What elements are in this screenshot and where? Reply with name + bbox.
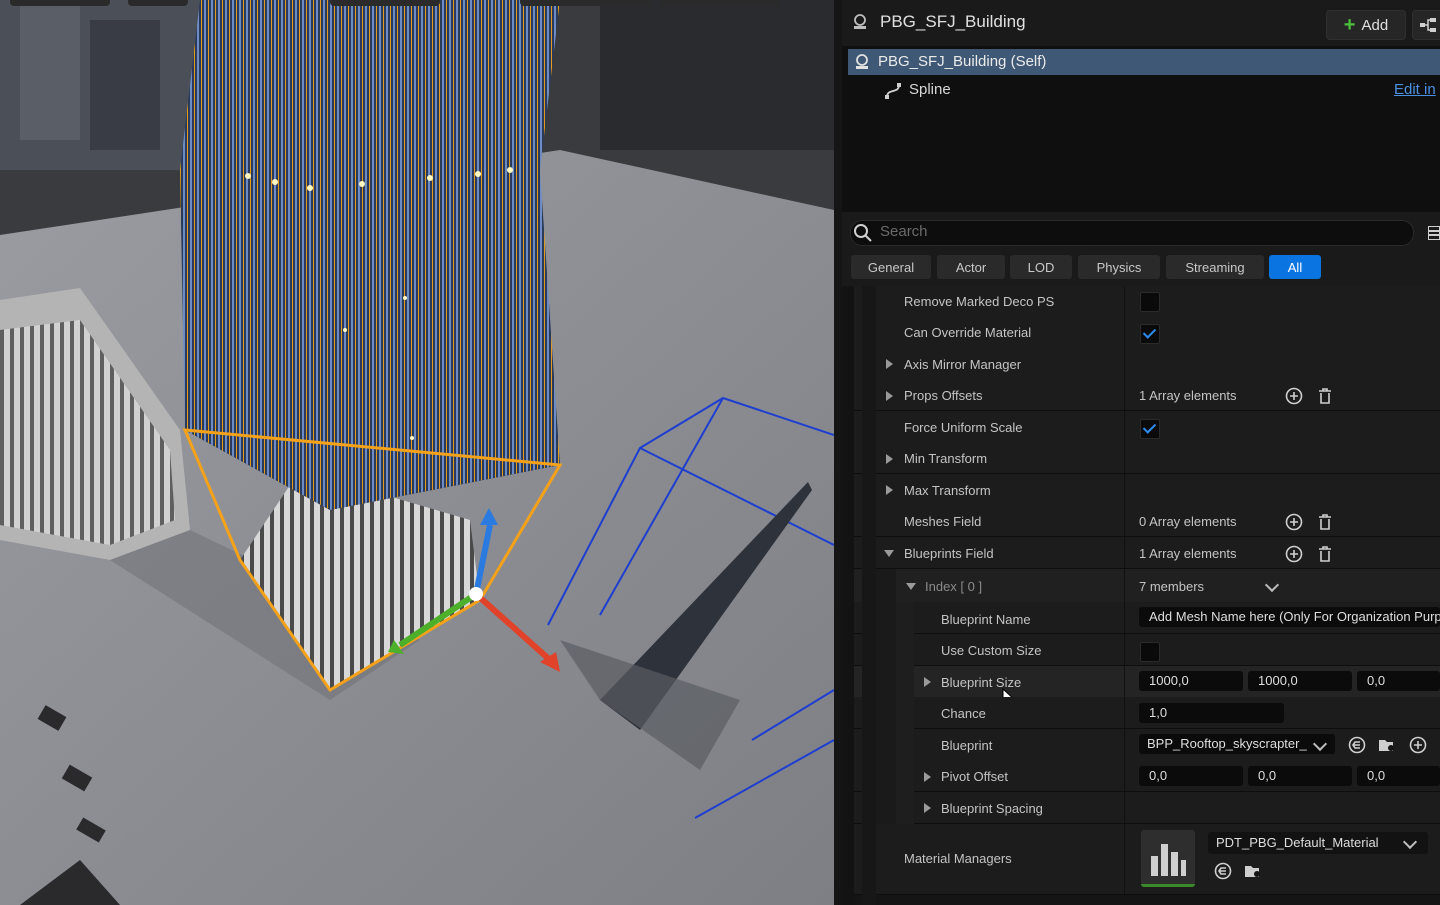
use-selected-icon[interactable] [1348, 736, 1366, 754]
add-element-icon[interactable] [1285, 545, 1303, 563]
trash-icon[interactable] [1316, 387, 1334, 405]
pivot-offset-y-field[interactable]: 0,0 [1248, 766, 1352, 786]
viewport-toolbar-button[interactable] [660, 0, 780, 6]
expand-arrow-icon[interactable] [886, 454, 893, 464]
pivot-offset-z-field[interactable]: 0,0 [1357, 766, 1440, 786]
actor-title: PBG_SFJ_Building [880, 12, 1026, 31]
add-component-button[interactable]: + Add [1326, 10, 1406, 40]
viewport-toolbar-button[interactable] [330, 0, 440, 6]
material-thumbnail[interactable] [1141, 830, 1195, 887]
property-label: Force Uniform Scale [904, 420, 1023, 435]
property-label: Chance [941, 706, 986, 721]
array-count: 0 Array elements [1139, 514, 1237, 529]
search-icon [854, 224, 872, 242]
indent-gutter [876, 569, 896, 824]
actor-icon [854, 14, 866, 29]
viewport-toolbar-button[interactable] [10, 0, 110, 6]
expand-arrow-icon[interactable] [924, 677, 931, 687]
property-label: Blueprint [941, 738, 993, 753]
force-uniform-scale-checkbox[interactable] [1140, 419, 1160, 439]
plus-icon: + [1343, 14, 1356, 36]
blueprint-options-button[interactable] [1412, 10, 1440, 40]
expand-arrow-icon[interactable] [924, 803, 931, 813]
tree-item-self-label: PBG_SFJ_Building (Self) [878, 53, 1047, 70]
property-label: Props Offsets [904, 388, 983, 403]
property-label: Blueprint Name [941, 612, 1031, 627]
tab-physics[interactable]: Physics [1078, 255, 1160, 279]
property-label: Meshes Field [904, 514, 982, 529]
tab-streaming[interactable]: Streaming [1166, 255, 1264, 279]
indent-gutter [896, 602, 914, 824]
property-label: Axis Mirror Manager [904, 357, 1022, 372]
blueprint-size-x-field[interactable]: 1000,0 [1139, 671, 1243, 691]
trash-icon[interactable] [1316, 513, 1334, 531]
property-label: Material Managers [904, 851, 1012, 866]
property-row [842, 792, 1440, 824]
expand-arrow-icon[interactable] [924, 772, 931, 782]
tab-actor[interactable]: Actor [937, 255, 1005, 279]
collapse-arrow-icon[interactable] [906, 583, 916, 590]
remove-marked-deco-checkbox[interactable] [1140, 292, 1160, 312]
edit-in-blueprint-link[interactable]: Edit in [1394, 81, 1436, 98]
viewport-scene [0, 0, 834, 905]
hierarchy-icon [1420, 18, 1436, 32]
material-asset-picker[interactable]: PDT_PBG_Default_Material [1208, 832, 1428, 854]
indent-gutter [842, 286, 854, 905]
use-custom-size-checkbox[interactable] [1140, 642, 1160, 662]
expand-arrow-icon[interactable] [886, 359, 893, 369]
data-asset-icon [1151, 844, 1186, 876]
add-element-icon[interactable] [1285, 513, 1303, 531]
collapse-arrow-icon[interactable] [884, 550, 894, 557]
property-label: Use Custom Size [941, 643, 1042, 658]
expand-arrow-icon[interactable] [886, 391, 893, 401]
add-element-icon[interactable] [1409, 736, 1427, 754]
tree-item-spline[interactable]: Spline [909, 81, 951, 98]
viewport-toolbar-button[interactable] [520, 0, 650, 6]
property-label: Index [ 0 ] [925, 579, 983, 594]
trash-icon[interactable] [1316, 545, 1334, 563]
blueprint-name-field[interactable]: Add Mesh Name here (Only For Organizatio… [1139, 607, 1440, 627]
add-label: Add [1361, 16, 1389, 34]
details-search-input[interactable] [850, 220, 1414, 246]
array-count: 1 Array elements [1139, 388, 1237, 403]
search-placeholder: Search [880, 223, 928, 240]
property-label: Blueprint Spacing [941, 801, 1043, 816]
spline-icon [885, 83, 901, 99]
property-label: Can Override Material [904, 325, 1032, 340]
property-label: Max Transform [904, 483, 991, 498]
property-label: Blueprints Field [904, 546, 994, 561]
chance-field[interactable]: 1,0 [1139, 703, 1284, 723]
property-label: Pivot Offset [941, 769, 1008, 784]
blueprint-asset-picker[interactable]: BPP_Rooftop_skyscrapter_ [1139, 734, 1335, 754]
level-viewport[interactable] [0, 0, 834, 905]
property-label: Remove Marked Deco PS [904, 294, 1055, 309]
property-label: Min Transform [904, 451, 988, 466]
browse-folder-icon[interactable] [1244, 862, 1262, 880]
blueprint-size-y-field[interactable]: 1000,0 [1248, 671, 1352, 691]
browse-folder-icon[interactable] [1378, 736, 1396, 754]
use-selected-icon[interactable] [1214, 862, 1232, 880]
array-count: 1 Array elements [1139, 546, 1237, 561]
add-element-icon[interactable] [1285, 387, 1303, 405]
expand-arrow-icon[interactable] [886, 485, 893, 495]
tab-lod[interactable]: LOD [1010, 255, 1072, 279]
can-override-material-checkbox[interactable] [1140, 324, 1160, 344]
tab-general[interactable]: General [851, 255, 931, 279]
viewport-toolbar-button[interactable] [128, 0, 188, 6]
blueprint-size-z-field[interactable]: 0,0 [1357, 671, 1440, 691]
tab-all[interactable]: All [1269, 255, 1321, 279]
member-count: 7 members [1139, 579, 1205, 594]
actor-icon [856, 54, 868, 69]
view-options-icon[interactable] [1428, 226, 1440, 240]
pivot-offset-x-field[interactable]: 0,0 [1139, 766, 1243, 786]
indent-gutter [862, 286, 876, 905]
